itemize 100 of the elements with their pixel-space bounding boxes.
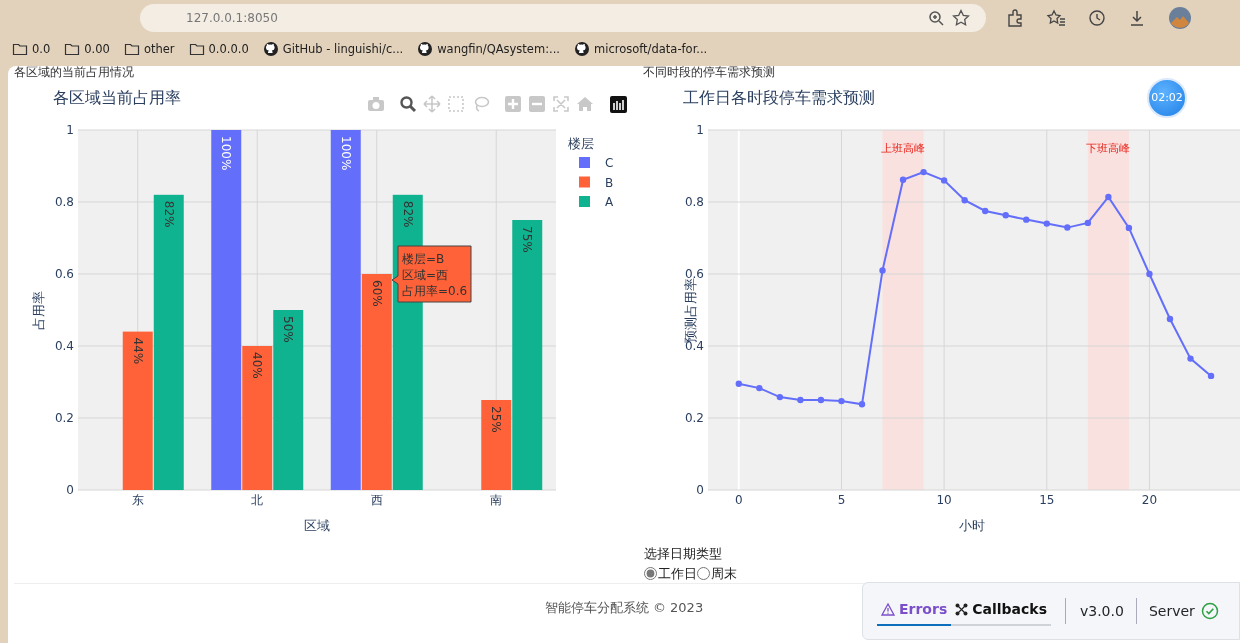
folder-icon xyxy=(123,41,140,58)
debug-tab[interactable]: Callbacks xyxy=(951,596,1051,626)
footer-text: 智能停车分配系统 © 2023 xyxy=(544,600,704,615)
axis-tick-label: 0.6 xyxy=(54,267,74,281)
axis-tick-label: 0.8 xyxy=(54,195,74,209)
data-point xyxy=(1166,315,1174,323)
axis-tick-label: 10 xyxy=(936,493,952,507)
download-icon[interactable] xyxy=(1128,9,1146,27)
axis-tick-label: 东 xyxy=(131,493,144,507)
data-point xyxy=(982,207,989,215)
bookmark-link[interactable]: 0.0 xyxy=(12,40,51,58)
tooltip-text: 占用率=0.6 xyxy=(402,284,468,298)
legend-label: B xyxy=(605,175,614,190)
data-point xyxy=(735,380,742,387)
data-point xyxy=(756,384,763,392)
axis-tick-label: 1 xyxy=(66,123,74,137)
bar-value-label: 82% xyxy=(161,200,176,228)
history-icon[interactable] xyxy=(1088,9,1106,27)
version-text: v3.0.0 xyxy=(1079,601,1124,621)
legend-title: 楼层 xyxy=(568,136,594,151)
data-point xyxy=(1023,216,1030,223)
data-point xyxy=(920,168,927,176)
server-label: Server xyxy=(1148,601,1195,621)
axis-title: 占用率 xyxy=(31,290,46,330)
data-point xyxy=(961,197,968,204)
bar-value-label: 82% xyxy=(400,200,415,228)
axis-tick-label: 0.4 xyxy=(54,339,74,353)
bar-value-label: 60% xyxy=(369,280,384,307)
github-icon xyxy=(574,41,590,58)
avatar-icon[interactable] xyxy=(1168,6,1192,30)
chart-title: 各区域当前占用率 xyxy=(53,88,181,107)
legend-swatch xyxy=(579,157,590,168)
bar-value-label: 40% xyxy=(250,352,265,379)
star-icon[interactable] xyxy=(952,9,970,27)
bookmark-link[interactable]: 0.00 xyxy=(64,40,110,58)
chart-title: 工作日各时段停车需求预测 xyxy=(683,88,875,107)
legend-label: A xyxy=(605,195,614,209)
bar-value-label: 25% xyxy=(489,406,504,433)
axis-tick-label: 1 xyxy=(696,123,704,137)
data-point xyxy=(1125,224,1133,232)
bookmark-link[interactable]: 0.0.0.0 xyxy=(188,40,249,58)
graph-icon xyxy=(955,602,969,616)
bar-value-label: 75% xyxy=(520,226,535,253)
axis-tick-label: 5 xyxy=(837,493,846,507)
axis-tick-label: 15 xyxy=(1039,493,1055,507)
data-point xyxy=(1002,212,1009,219)
puzzle-icon[interactable] xyxy=(1006,9,1024,27)
data-point xyxy=(1146,270,1153,278)
axis-title: 小时 xyxy=(959,518,985,533)
bookmark-link[interactable]: wangfin/QAsystem:... xyxy=(417,40,560,58)
data-point xyxy=(1084,219,1092,227)
radio-group-label: 选择日期类型 xyxy=(644,545,723,563)
data-point xyxy=(1105,193,1112,201)
axis-tick-label: 北 xyxy=(251,493,264,507)
data-point xyxy=(817,396,825,404)
radio-button[interactable] xyxy=(697,566,710,580)
axis-tick-label: 0 xyxy=(66,483,74,497)
debug-tab[interactable]: Errors xyxy=(877,596,952,626)
data-point xyxy=(1207,372,1215,380)
axis-tick-label: 0.2 xyxy=(54,411,74,425)
data-point xyxy=(940,177,948,184)
bookmark-link[interactable]: microsoft/data-for... xyxy=(574,40,708,58)
tooltip-text: 楼层=B xyxy=(402,252,445,266)
axis-tick-label: 0.2 xyxy=(684,411,704,425)
bookmark-link[interactable]: GitHub - linguishi/c... xyxy=(262,40,404,58)
bar-value-label: 100% xyxy=(219,136,234,171)
warning-icon xyxy=(881,602,895,616)
data-point xyxy=(858,401,866,408)
bar-value-label: 50% xyxy=(281,316,296,343)
radio-label[interactable]: 周末 xyxy=(711,563,737,583)
zoom-icon[interactable] xyxy=(400,96,417,113)
bar-value-label: 44% xyxy=(130,337,145,365)
data-point xyxy=(797,396,804,404)
github-icon xyxy=(262,41,279,58)
check-circle-icon xyxy=(1200,602,1219,620)
annotation-label: 上班高峰 xyxy=(881,142,926,155)
axis-tick-label: 南 xyxy=(490,493,503,507)
folder-icon xyxy=(188,41,205,58)
axis-title: 区域 xyxy=(304,518,330,533)
data-point xyxy=(776,393,784,401)
axis-tick-label: 0.8 xyxy=(684,195,704,209)
github-icon xyxy=(417,41,434,58)
axis-tick-label: 西 xyxy=(370,493,383,507)
plotly-logo-icon[interactable] xyxy=(610,96,627,113)
favorites-icon[interactable] xyxy=(1046,9,1066,27)
section-heading: 各区域的当前占用情况 xyxy=(14,66,134,79)
bar-value-label: 100% xyxy=(338,136,353,171)
axis-tick-label: 0 xyxy=(696,483,704,497)
legend-swatch xyxy=(579,176,590,188)
folder-icon xyxy=(12,41,28,58)
radio-label[interactable]: 工作日 xyxy=(658,563,697,583)
legend-label: C xyxy=(605,156,614,170)
data-point xyxy=(879,267,886,274)
data-point xyxy=(1043,220,1050,227)
zoom-icon[interactable] xyxy=(928,10,944,26)
folder-icon xyxy=(64,41,81,58)
bookmark-link[interactable]: other xyxy=(123,40,175,58)
axis-tick-label: 0 xyxy=(735,493,743,507)
data-point xyxy=(1187,355,1194,362)
radio-button[interactable] xyxy=(644,566,657,580)
